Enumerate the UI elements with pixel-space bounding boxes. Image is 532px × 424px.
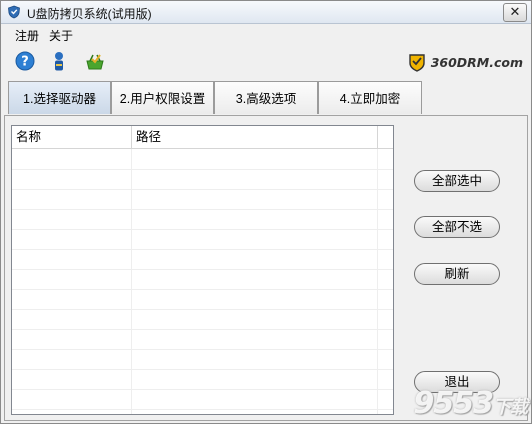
tab-select-drive[interactable]: 1.选择驱动器 (8, 81, 111, 114)
toolbar: ? 360DRM.com (1, 45, 531, 79)
tab-user-permissions[interactable]: 2.用户权限设置 (111, 81, 214, 114)
shield-icon (8, 5, 20, 19)
help-button[interactable]: ? (13, 49, 37, 73)
close-icon: ✕ (509, 4, 521, 19)
list-header: 名称 路径 (12, 126, 393, 149)
list-row (12, 169, 393, 190)
menu-register[interactable]: 注册 (15, 27, 39, 44)
list-row (12, 249, 393, 270)
select-none-button[interactable]: 全部不选 (414, 216, 500, 238)
svg-text:?: ? (21, 55, 29, 70)
refresh-button[interactable]: 刷新 (414, 263, 500, 285)
list-row (12, 389, 393, 410)
list-row (12, 149, 393, 170)
window-title: U盘防拷贝系统(试用版) (27, 7, 152, 21)
list-row (12, 209, 393, 230)
list-row (12, 309, 393, 330)
basket-icon (86, 54, 104, 70)
list-body (12, 149, 393, 414)
column-header-name[interactable]: 名称 (12, 126, 132, 148)
list-row (12, 349, 393, 370)
help-icon: ? (15, 51, 35, 71)
list-row (12, 269, 393, 290)
menu-about[interactable]: 关于 (49, 27, 73, 44)
list-row (12, 189, 393, 210)
select-all-button[interactable]: 全部选中 (414, 170, 500, 192)
column-header-path[interactable]: 路径 (132, 126, 378, 148)
user-icon (55, 52, 63, 71)
basket-button[interactable] (83, 49, 107, 73)
list-row (12, 229, 393, 250)
menu-bar: 注册 关于 (1, 24, 531, 44)
brand-logo: 360DRM.com (407, 51, 523, 73)
drive-list[interactable]: 名称 路径 (11, 125, 394, 415)
app-window: U盘防拷贝系统(试用版) ✕ 注册 关于 ? 360DRM.com 1.选择驱动… (0, 0, 532, 424)
exit-button[interactable]: 退出 (414, 371, 500, 393)
logo-icon (408, 54, 425, 72)
list-row (12, 289, 393, 310)
tab-advanced-options[interactable]: 3.高级选项 (214, 81, 318, 114)
list-row (12, 329, 393, 350)
brand-text: 360DRM.com (430, 54, 523, 70)
tab-encrypt-now[interactable]: 4.立即加密 (318, 81, 422, 114)
title-bar[interactable]: U盘防拷贝系统(试用版) ✕ (1, 1, 531, 24)
drive-selection-panel: 名称 路径 全部选中 全部不选 刷新 退出 (4, 115, 528, 421)
list-row (12, 369, 393, 390)
user-button[interactable] (47, 49, 71, 73)
close-button[interactable]: ✕ (503, 3, 527, 22)
